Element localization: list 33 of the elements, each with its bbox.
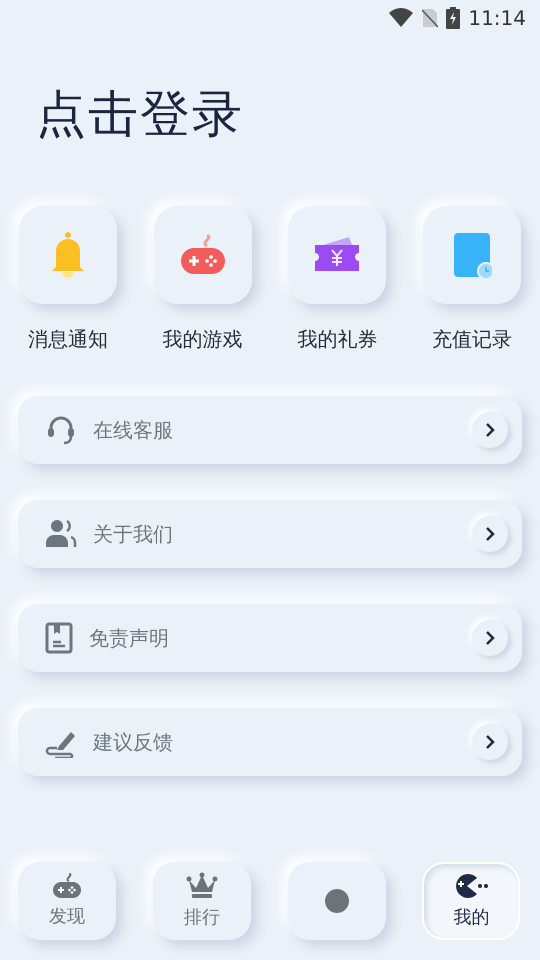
menu-row[interactable]: 关于我们 — [18, 500, 522, 568]
shortcut-button[interactable] — [154, 206, 252, 304]
nav-tab[interactable]: 排行 — [152, 862, 251, 940]
crown-icon — [186, 872, 218, 900]
circle-icon — [322, 887, 350, 915]
shortcut-label: 我的游戏 — [162, 326, 243, 353]
gamepad-icon — [52, 872, 82, 898]
menu-row[interactable]: 建议反馈 — [18, 708, 522, 776]
shortcut-button[interactable] — [288, 206, 386, 304]
menu-row[interactable]: 在线客服 — [18, 396, 522, 464]
chevron-icon — [472, 620, 508, 656]
nav-tab[interactable]: 发现 — [18, 862, 116, 940]
pacman-icon — [453, 872, 490, 900]
shortcut-label: 我的礼券 — [297, 326, 378, 353]
login-title[interactable]: 点击登录 — [36, 82, 540, 146]
wifi-icon — [388, 8, 414, 28]
chevron-icon — [472, 724, 508, 760]
menu-row[interactable]: 免责声明 — [18, 604, 522, 672]
shortcut-label: 充值记录 — [432, 326, 512, 353]
status-time: 11:14 — [468, 5, 526, 32]
headset-icon — [45, 414, 77, 446]
chevron-icon — [472, 412, 508, 448]
nav-tab[interactable]: 我的 — [422, 862, 520, 940]
document-clock-icon — [452, 231, 492, 279]
nav-tab[interactable] — [288, 862, 386, 940]
chevron-icon — [472, 516, 508, 552]
battery-charging-icon — [446, 7, 460, 29]
gamepad-icon — [178, 234, 227, 276]
no-sim-icon — [422, 8, 438, 28]
shortcut-button[interactable] — [423, 206, 522, 304]
users-icon — [45, 519, 77, 549]
book-icon — [45, 622, 73, 654]
shortcut-label: 消息通知 — [28, 326, 108, 353]
